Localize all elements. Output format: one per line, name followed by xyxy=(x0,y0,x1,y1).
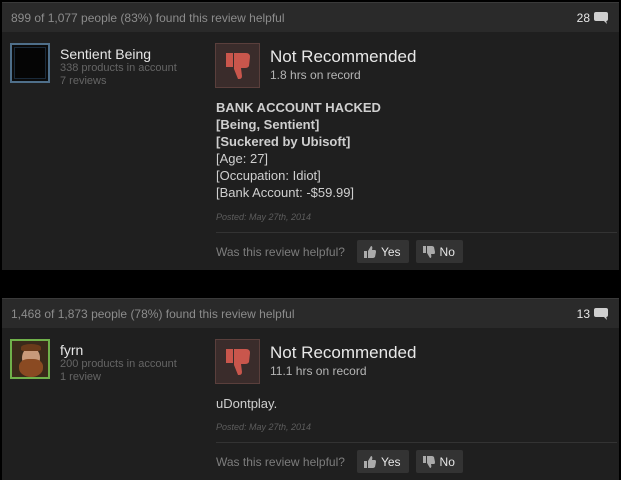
content-line: [Bank Account: -$59.99] xyxy=(216,185,355,200)
thumbs-down-icon xyxy=(422,455,435,468)
helpful-vote-row: Was this review helpful? Yes No xyxy=(216,450,463,473)
thumbs-up-icon xyxy=(363,455,376,468)
vote-no-button[interactable]: No xyxy=(415,240,463,263)
comment-count: 13 xyxy=(576,306,590,321)
comment-count-link[interactable]: 13 xyxy=(577,307,609,321)
avatar[interactable] xyxy=(10,43,50,83)
helpful-question: Was this review helpful? xyxy=(216,454,345,469)
no-label: No xyxy=(439,244,455,259)
comment-count: 28 xyxy=(576,10,590,25)
posted-date: Posted: May 27th, 2014 xyxy=(216,212,312,222)
thumbs-up-icon xyxy=(363,245,376,258)
speech-bubble-icon xyxy=(594,11,608,24)
review-author[interactable]: Sentient Being 338 products in account 7… xyxy=(10,43,210,88)
hours-on-record: 1.8 hrs on record xyxy=(270,68,361,82)
yes-label: Yes xyxy=(380,454,401,469)
content-line: [Age: 27] xyxy=(216,151,269,166)
rating-title: Not Recommended xyxy=(270,343,417,362)
hours-on-record: 11.1 hrs on record xyxy=(270,364,367,378)
review-header: 1,468 of 1,873 people (78%) found this r… xyxy=(2,298,619,328)
review-rating: Not Recommended 11.1 hrs on record xyxy=(215,339,416,384)
content-line: uDontplay. xyxy=(216,396,278,411)
avatar[interactable] xyxy=(10,339,50,379)
thumbs-down-icon xyxy=(215,339,260,384)
content-line: [Occupation: Idiot] xyxy=(216,168,321,183)
review-rating: Not Recommended 1.8 hrs on record xyxy=(215,43,416,88)
author-name[interactable]: Sentient Being xyxy=(60,46,177,62)
helpful-question: Was this review helpful? xyxy=(216,244,345,259)
posted-date: Posted: May 27th, 2014 xyxy=(216,422,312,432)
helpful-vote-row: Was this review helpful? Yes No xyxy=(216,240,463,263)
vote-yes-button[interactable]: Yes xyxy=(356,450,409,473)
author-products[interactable]: 338 products in account xyxy=(60,62,177,75)
thumbs-down-icon xyxy=(215,43,260,88)
review-content: uDontplay. xyxy=(216,395,277,412)
content-line: [Suckered by Ubisoft] xyxy=(216,134,351,149)
rating-title: Not Recommended xyxy=(270,47,417,66)
vote-no-button[interactable]: No xyxy=(415,450,463,473)
divider xyxy=(216,232,617,233)
speech-bubble-icon xyxy=(594,307,608,320)
review-author[interactable]: fyrn 200 products in account 1 review xyxy=(10,339,210,384)
yes-label: Yes xyxy=(380,244,401,259)
review-card: 899 of 1,077 people (83%) found this rev… xyxy=(2,2,619,270)
review-content: BANK ACCOUNT HACKED [Being, Sentient] [S… xyxy=(216,99,381,201)
helpful-summary: 1,468 of 1,873 people (78%) found this r… xyxy=(11,306,295,321)
content-line: [Being, Sentient] xyxy=(216,117,320,132)
divider xyxy=(216,442,617,443)
author-name[interactable]: fyrn xyxy=(60,342,177,358)
comment-count-link[interactable]: 28 xyxy=(577,11,609,25)
author-products[interactable]: 200 products in account xyxy=(60,358,177,371)
helpful-summary: 899 of 1,077 people (83%) found this rev… xyxy=(11,10,285,25)
review-card: 1,468 of 1,873 people (78%) found this r… xyxy=(2,298,619,480)
review-header: 899 of 1,077 people (83%) found this rev… xyxy=(2,2,619,32)
author-reviews[interactable]: 1 review xyxy=(60,371,177,384)
vote-yes-button[interactable]: Yes xyxy=(356,240,409,263)
author-reviews[interactable]: 7 reviews xyxy=(60,75,177,88)
no-label: No xyxy=(439,454,455,469)
thumbs-down-icon xyxy=(422,245,435,258)
content-line: BANK ACCOUNT HACKED xyxy=(216,100,381,115)
